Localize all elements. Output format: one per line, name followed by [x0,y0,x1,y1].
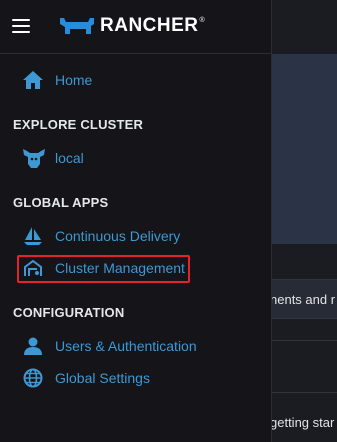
hamburger-menu-icon[interactable] [12,19,30,33]
continuous-delivery-label: Continuous Delivery [55,228,181,244]
cluster-local-label: local [55,150,84,166]
getting-started-text: getting star [272,415,335,430]
cluster-cow-icon [22,148,46,168]
menu-item-continuous-delivery[interactable]: Continuous Delivery [22,224,180,248]
user-icon [22,336,46,356]
welcome-banner [272,54,337,244]
menu-header: RANCHER ® [0,0,271,54]
menu-item-cluster-local[interactable]: local [22,146,84,170]
logo-trademark: ® [199,16,205,24]
content-divider [272,340,337,341]
notice-bar: nents and r [272,279,337,319]
content-divider-2 [272,392,337,393]
section-title-global-apps: GLOBAL APPS [13,195,109,210]
main-header [272,0,337,55]
users-authentication-label: Users & Authentication [55,338,197,354]
main-content-area: nents and r getting star [272,0,337,442]
menu-item-users-authentication[interactable]: Users & Authentication [22,334,197,358]
home-label: Home [55,72,93,88]
sailboat-icon [22,226,46,246]
menu-item-global-settings[interactable]: Global Settings [22,366,150,390]
section-title-explore-cluster: EXPLORE CLUSTER [13,117,144,132]
home-icon [22,70,46,90]
rancher-logo[interactable]: RANCHER ® [58,14,205,38]
cluster-management-icon [22,258,46,278]
cluster-management-label: Cluster Management [55,260,185,276]
side-menu: RANCHER ® Home EXPLORE CLUSTER local GLO… [0,0,272,442]
global-settings-label: Global Settings [55,370,150,386]
notice-text: nents and r [272,292,336,307]
rancher-cow-icon [60,18,94,34]
logo-text: RANCHER [100,15,199,36]
section-title-configuration: CONFIGURATION [13,305,125,320]
menu-item-home[interactable]: Home [22,68,92,92]
menu-item-cluster-management[interactable]: Cluster Management [22,256,185,280]
globe-icon [22,368,46,388]
